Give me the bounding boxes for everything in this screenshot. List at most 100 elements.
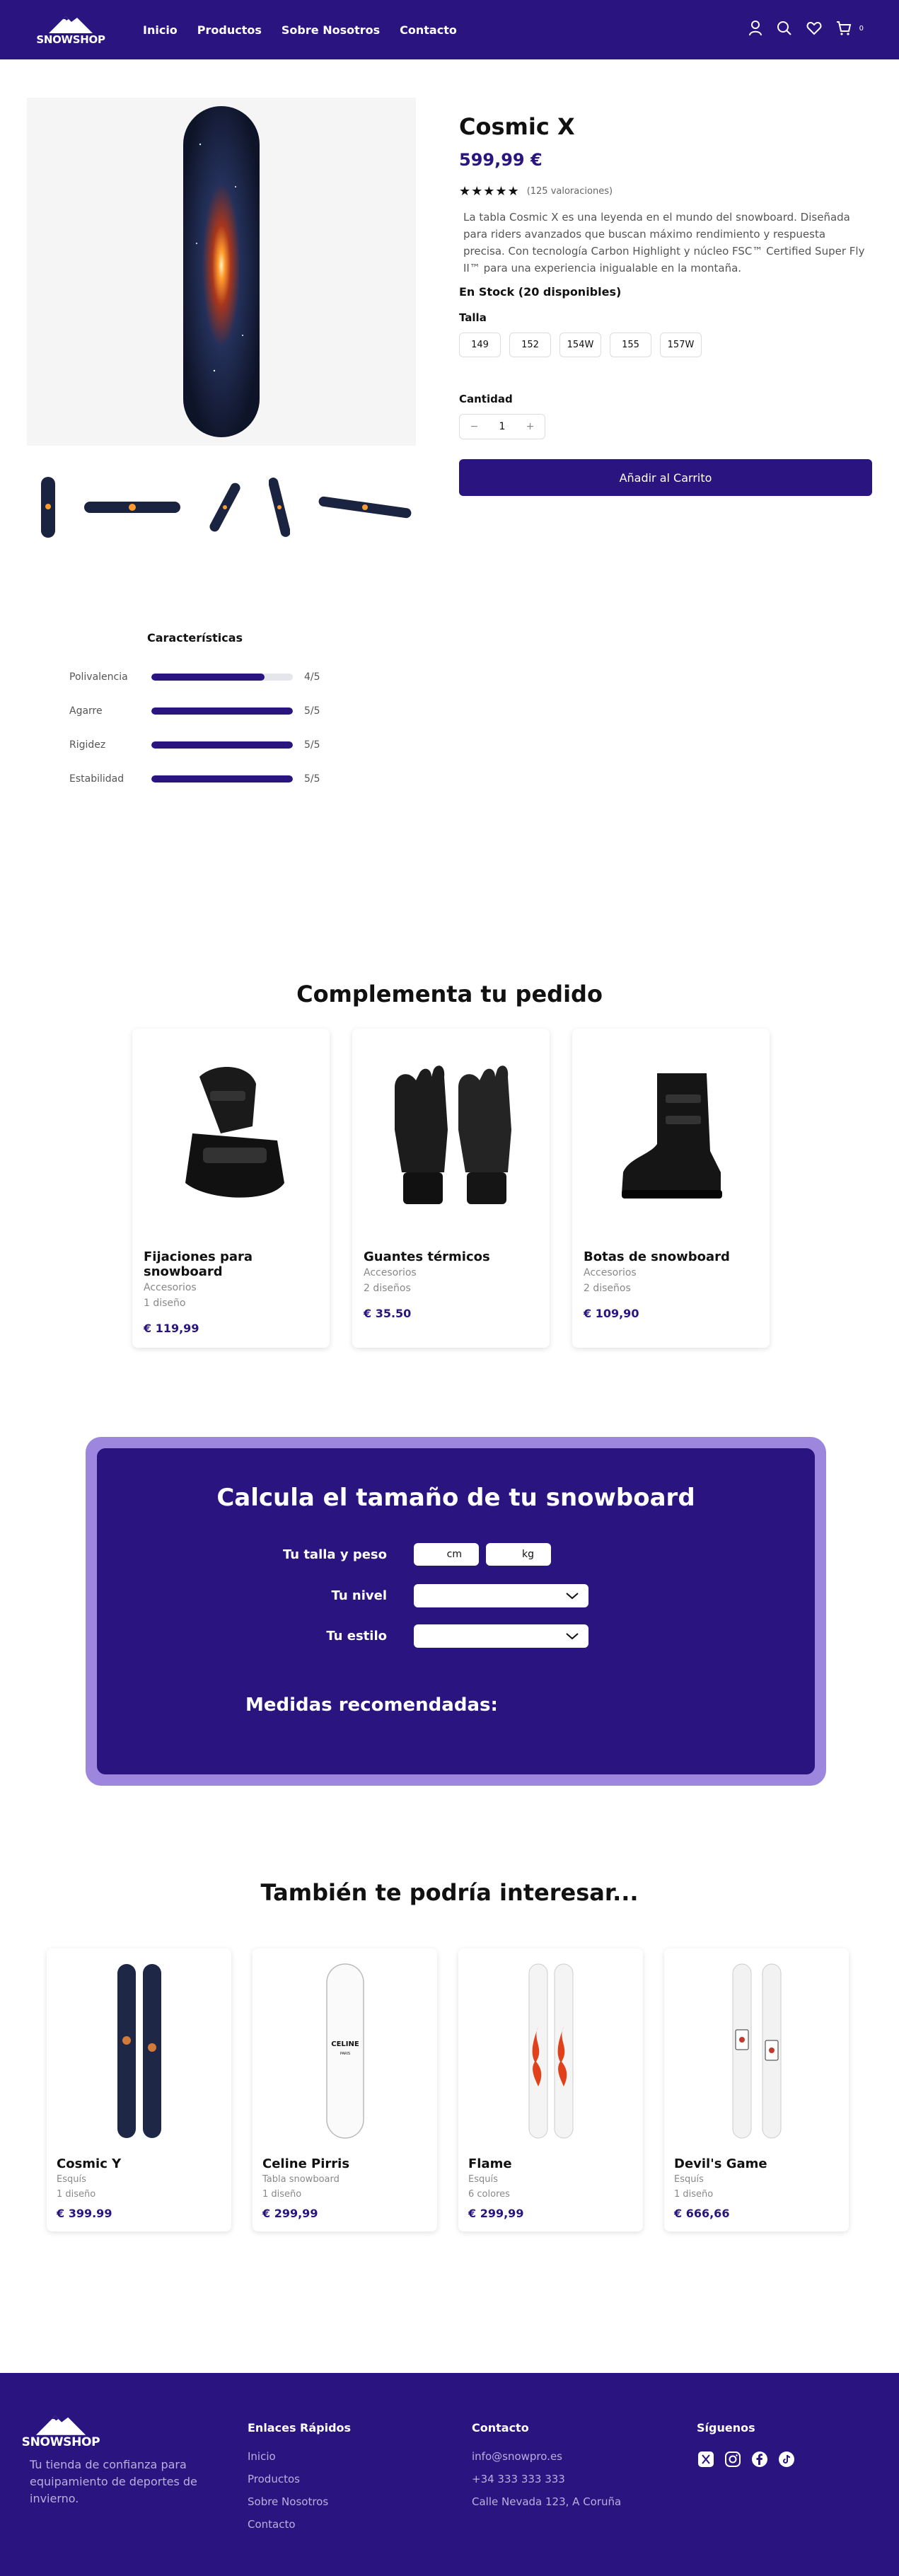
characteristic-bar [151,741,293,749]
heart-icon[interactable] [806,21,822,38]
contact-phone[interactable]: +34 333 333 333 [472,2473,621,2485]
characteristic-bar [151,775,293,782]
weight-kg-input[interactable]: kg [486,1543,551,1566]
product-card[interactable]: Devil's Game Esquís 1 diseño € 666,66 [664,1948,849,2231]
thumbnail-5[interactable] [315,475,414,539]
related-products: Cosmic Y Esquís 1 diseño € 399.99 CELINE… [47,1948,849,2231]
product-description: La tabla Cosmic X es una leyenda en el m… [463,211,865,275]
header-actions: 0 [748,21,864,39]
rating-count[interactable]: (125 valoraciones) [527,186,613,197]
footer-link-contacto[interactable]: Contacto [248,2518,351,2531]
footer-logo-text: SNOWSHOP [21,2435,100,2449]
product-card-price: € 399.99 [57,2207,112,2220]
product-card[interactable]: Fijaciones para snowboard Accesorios 1 d… [132,1029,330,1348]
product-card-name: Botas de snowboard [584,1249,730,1264]
quantity-decrease-button[interactable]: − [470,421,479,432]
characteristic-value: 4/5 [304,671,320,683]
thumbnail-3[interactable] [207,475,243,539]
contact-email[interactable]: info@snowpro.es [472,2450,621,2463]
product-card-price: € 299,99 [468,2207,524,2220]
product-main-image[interactable] [27,98,416,446]
skis-devils-game-image [732,1963,781,2139]
nav-inicio[interactable]: Inicio [143,23,178,37]
product-card-image [352,1029,550,1245]
quantity-value[interactable]: 1 [499,421,506,432]
characteristic-name: Agarre [69,705,103,717]
thumbnail-1[interactable] [40,475,57,539]
quick-links-title: Enlaces Rápidos [248,2421,352,2435]
unit-cm: cm [446,1549,462,1560]
product-card[interactable]: Flame Esquís 6 colores € 299,99 [458,1948,643,2231]
binding-image [185,1067,284,1198]
characteristic-bar-fill [151,741,293,749]
size-option-157w[interactable]: 157W [660,333,702,357]
level-label: Tu nivel [331,1588,387,1603]
size-option-149[interactable]: 149 [459,333,501,357]
product-card-name: Cosmic Y [57,2156,122,2171]
footer-link-productos[interactable]: Productos [248,2473,351,2485]
characteristic-value: 5/5 [304,705,320,717]
logo-text: SNOWSHOP [36,33,105,46]
nav-contacto[interactable]: Contacto [400,23,457,37]
size-option-154w[interactable]: 154W [559,333,601,357]
footer-link-sobre-nosotros[interactable]: Sobre Nosotros [248,2495,351,2508]
chevron-down-icon [566,1632,579,1639]
skis-flame-image [528,1963,573,2139]
characteristic-bar-fill [151,674,265,681]
height-cm-input[interactable]: cm [414,1543,479,1566]
instagram-icon[interactable] [724,2450,742,2468]
add-to-cart-button[interactable]: Añadir al Carrito [459,459,872,496]
characteristic-value: 5/5 [304,739,320,751]
x-icon[interactable] [697,2450,715,2468]
characteristic-name: Rigidez [69,739,106,751]
product-card-category: Tabla snowboard [262,2174,340,2185]
user-icon[interactable] [748,21,762,39]
product-rating: ★★★★★ (125 valoraciones) [459,184,874,199]
product-card[interactable]: CELINE PARIS Celine Pirris Tabla snowboa… [253,1948,437,2231]
unit-kg: kg [522,1549,534,1560]
boot-image [621,1073,722,1199]
tiktok-icon[interactable] [777,2450,796,2468]
size-option-155[interactable]: 155 [610,333,651,357]
product-card-variants: 1 diseño [674,2189,714,2200]
nav-sobre-nosotros[interactable]: Sobre Nosotros [282,23,380,37]
product-card-name: Flame [468,2156,512,2171]
size-calculator: Calcula el tamaño de tu snowboard Tu tal… [86,1437,826,1786]
style-select[interactable] [414,1624,588,1648]
characteristic-name: Polivalencia [69,671,128,683]
site-logo[interactable]: SNOWSHOP [36,13,105,46]
thumbnail-2[interactable] [83,475,182,539]
rating-stars: ★★★★★ [459,184,520,199]
recommended-sizes-label: Medidas recomendadas: [245,1694,498,1716]
product-card-image [664,1948,849,2154]
footer-logo[interactable]: SNOWSHOP [22,2413,100,2449]
characteristic-value: 5/5 [304,773,320,785]
characteristic-bar-fill [151,775,293,782]
size-option-152[interactable]: 152 [509,333,551,357]
thumbnail-4[interactable] [268,475,290,539]
quantity-increase-button[interactable]: + [526,421,535,432]
level-select[interactable] [414,1584,588,1607]
product-card[interactable]: Cosmic Y Esquís 1 diseño € 399.99 [47,1948,231,2231]
cart-icon[interactable]: 0 [836,21,864,39]
search-icon[interactable] [777,21,792,39]
size-calculator-panel: Calcula el tamaño de tu snowboard Tu tal… [97,1448,815,1774]
size-options: 149 152 154W 155 157W [459,333,874,357]
chevron-down-icon [566,1592,579,1599]
stock-status: En Stock (20 disponibles) [459,285,622,299]
characteristics-panel: Características Polivalencia 4/5 Agarre … [69,631,352,796]
gloves-image [394,1065,511,1204]
product-card-variants: 1 diseño [262,2189,302,2200]
product-card-image [458,1948,643,2154]
thumbnail-strip [40,475,414,539]
footer-link-inicio[interactable]: Inicio [248,2450,351,2463]
characteristic-bar-fill [151,707,293,715]
complement-title: Complementa tu pedido [296,981,603,1007]
facebook-icon[interactable] [750,2450,769,2468]
nav-productos[interactable]: Productos [197,23,262,37]
product-card-image [132,1029,330,1245]
mountain-logo-icon [49,16,93,33]
product-card[interactable]: Guantes térmicos Accesorios 2 diseños € … [352,1029,550,1348]
product-card-category: Esquís [674,2174,704,2185]
product-card[interactable]: Botas de snowboard Accesorios 2 diseños … [572,1029,770,1348]
